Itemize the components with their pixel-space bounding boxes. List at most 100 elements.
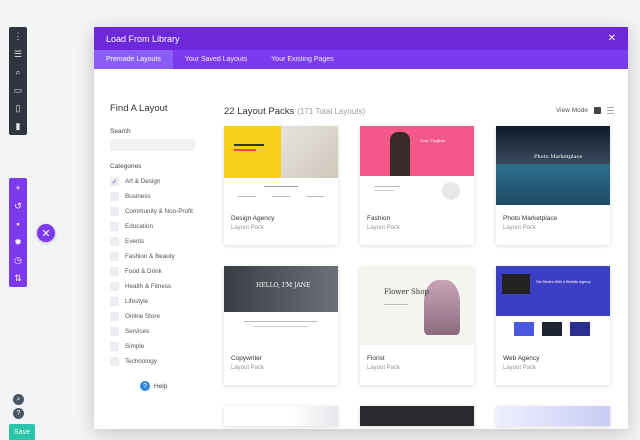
- checkbox[interactable]: [110, 192, 119, 201]
- card-subtitle: Layout Pack: [367, 365, 401, 371]
- list-view-icon[interactable]: [606, 106, 614, 114]
- sort-icon[interactable]: ⇅: [11, 271, 25, 285]
- category-item[interactable]: Online Store: [110, 309, 200, 324]
- history-icon[interactable]: ↺: [11, 199, 25, 213]
- category-label: Community & Non-Profit: [125, 208, 193, 215]
- tab-existing-pages[interactable]: Your Existing Pages: [259, 50, 345, 69]
- layout-pack-card[interactable]: Flower Shop Florist Layout Pack: [360, 266, 474, 385]
- category-item[interactable]: ✓ Art & Design: [110, 174, 200, 189]
- layout-pack-card[interactable]: Get Started With A Website Agency Web Ag…: [496, 266, 610, 385]
- layout-pack-card[interactable]: Design Agency Layout Pack: [224, 126, 338, 245]
- card-subtitle: Layout Pack: [231, 225, 265, 231]
- category-label: Education: [125, 223, 154, 230]
- category-label: Art & Design: [125, 178, 161, 185]
- add-icon[interactable]: +: [11, 181, 25, 195]
- clock-icon[interactable]: ◷: [11, 253, 25, 267]
- close-icon[interactable]: ✕: [608, 33, 616, 44]
- close-toolbar-icon[interactable]: ✕: [37, 224, 55, 242]
- zoom-icon[interactable]: ⌕: [13, 394, 24, 405]
- category-label: Technology: [125, 358, 157, 365]
- content-header: 22 Layout Packs (171 Total Layouts) View …: [224, 103, 614, 117]
- help-link[interactable]: ? Help: [140, 381, 200, 391]
- card-subtitle: Layout Pack: [503, 365, 537, 371]
- gear-icon[interactable]: ✹: [11, 235, 25, 249]
- trash-icon[interactable]: ▪: [11, 217, 25, 231]
- tablet-view-icon[interactable]: ▯: [11, 102, 25, 115]
- layers-icon[interactable]: ☰: [11, 48, 25, 61]
- modal-title: Load From Library: [106, 33, 180, 44]
- layout-pack-card[interactable]: HELLO, I'M JANE Copywriter Layout Pack: [224, 266, 338, 385]
- checkbox[interactable]: [110, 297, 119, 306]
- category-label: Simple: [125, 343, 145, 350]
- layout-pack-card[interactable]: [360, 406, 474, 426]
- layout-packs-area: 22 Layout Packs (171 Total Layouts) View …: [224, 103, 614, 426]
- save-button[interactable]: Save: [9, 424, 35, 440]
- card-subtitle: Layout Pack: [367, 225, 401, 231]
- card-name: Copywriter: [231, 355, 263, 362]
- thumb-title: Photo Marketplace: [534, 154, 583, 160]
- phone-view-icon[interactable]: ▮: [11, 120, 25, 133]
- help-label: Help: [154, 382, 168, 390]
- layout-pack-card[interactable]: [496, 406, 610, 426]
- thumb-title: HELLO, I'M JANE: [256, 282, 311, 289]
- checkmark-icon[interactable]: ✓: [110, 177, 119, 186]
- layout-thumbnail: [224, 126, 338, 205]
- category-label: Online Store: [125, 313, 161, 320]
- question-icon: ?: [140, 381, 150, 391]
- search-input[interactable]: [110, 139, 195, 151]
- total-layouts: (171 Total Layouts): [297, 107, 366, 116]
- checkbox[interactable]: [110, 252, 119, 261]
- card-name: Florist: [367, 355, 385, 362]
- card-subtitle: Layout Pack: [231, 365, 265, 371]
- checkbox[interactable]: [110, 267, 119, 276]
- category-label: Fashion & Beauty: [125, 253, 175, 260]
- category-item[interactable]: Technology: [110, 354, 200, 369]
- checkbox[interactable]: [110, 282, 119, 291]
- category-label: Events: [125, 238, 145, 245]
- card-name: Photo Marketplace: [503, 215, 558, 222]
- category-item[interactable]: Business: [110, 189, 200, 204]
- card-subtitle: Layout Pack: [503, 225, 537, 231]
- checkbox[interactable]: [110, 312, 119, 321]
- category-list: ✓ Art & Design Business Community & Non-Pro…: [110, 174, 200, 369]
- category-label: Food & Drink: [125, 268, 162, 275]
- category-item[interactable]: Events: [110, 234, 200, 249]
- category-item[interactable]: Education: [110, 219, 200, 234]
- card-name: Web Agency: [503, 355, 540, 362]
- category-item[interactable]: Simple: [110, 339, 200, 354]
- layout-pack-card[interactable]: [224, 406, 338, 426]
- category-item[interactable]: Community & Non-Profit: [110, 204, 200, 219]
- category-item[interactable]: Lifestyle: [110, 294, 200, 309]
- category-label: Services: [125, 328, 150, 335]
- thumb-title: Get Started With A Website Agency: [536, 280, 591, 284]
- tab-premade-layouts[interactable]: Premade Layouts: [94, 50, 173, 69]
- desktop-view-icon[interactable]: ▭: [11, 84, 25, 97]
- checkbox[interactable]: [110, 342, 119, 351]
- checkbox[interactable]: [110, 237, 119, 246]
- tab-saved-layouts[interactable]: Your Saved Layouts: [173, 50, 259, 69]
- layout-thumbnail: Your Tagline: [360, 126, 474, 205]
- pack-count: 22 Layout Packs: [224, 106, 295, 117]
- thumb-title: Flower Shop: [384, 288, 430, 296]
- checkbox[interactable]: [110, 222, 119, 231]
- help-icon[interactable]: ?: [13, 408, 24, 419]
- grid-view-icon[interactable]: [593, 106, 601, 114]
- category-item[interactable]: Food & Drink: [110, 264, 200, 279]
- category-label: Health & Fitness: [125, 283, 172, 290]
- checkbox[interactable]: [110, 327, 119, 336]
- search-label: Search: [110, 128, 131, 135]
- search-icon[interactable]: ⌕: [11, 66, 25, 79]
- checkbox[interactable]: [110, 357, 119, 366]
- load-from-library-modal: Load From Library ✕ Premade Layouts Your…: [94, 27, 628, 429]
- category-item[interactable]: Health & Fitness: [110, 279, 200, 294]
- category-item[interactable]: Services: [110, 324, 200, 339]
- card-name: Fashion: [367, 215, 391, 222]
- category-label: Business: [125, 193, 151, 200]
- layout-pack-card[interactable]: Photo Marketplace Photo Marketplace Layo…: [496, 126, 610, 245]
- builder-actions-toolbar: + ↺ ▪ ✹ ◷ ⇅: [9, 178, 27, 287]
- layout-pack-grid: Design Agency Layout Pack Your Tagline F…: [224, 126, 614, 426]
- layout-pack-card[interactable]: Your Tagline Fashion Layout Pack: [360, 126, 474, 245]
- checkbox[interactable]: [110, 207, 119, 216]
- category-item[interactable]: Fashion & Beauty: [110, 249, 200, 264]
- more-options-icon[interactable]: ⋮: [11, 30, 25, 43]
